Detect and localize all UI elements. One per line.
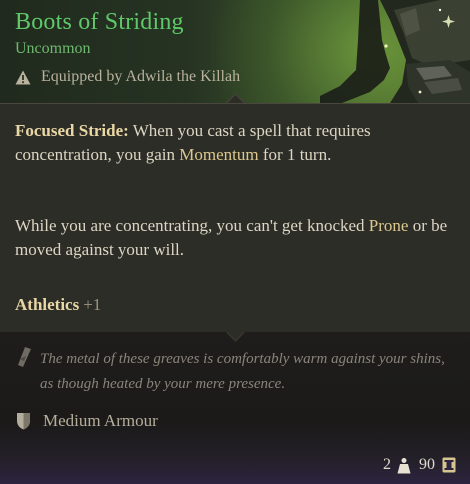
skill-name: Athletics	[15, 295, 80, 314]
item-tooltip: Boots of Striding Uncommon Equipped by A…	[0, 0, 470, 484]
item-rarity: Uncommon	[15, 40, 91, 57]
feature-text-b: for 1 turn.	[258, 145, 332, 164]
skill-value: +1	[83, 295, 102, 314]
coin-icon	[442, 457, 456, 473]
armour-type: Medium Armour	[16, 411, 158, 431]
skill-bonus: Athletics +1	[15, 295, 101, 315]
item-boots-art	[320, 0, 470, 103]
keyword-prone[interactable]: Prone	[369, 216, 409, 235]
weight-icon	[397, 457, 411, 473]
shield-icon	[17, 413, 30, 430]
keyword-momentum[interactable]: Momentum	[179, 145, 258, 164]
armour-type-label: Medium Armour	[43, 411, 158, 430]
item-weight: 2	[383, 456, 391, 473]
feature-description: Focused Stride: When you cast a spell th…	[15, 119, 455, 167]
item-value: 90	[419, 456, 435, 473]
tooltip-header: Boots of Striding Uncommon Equipped by A…	[0, 0, 470, 103]
concentration-description: While you are concentrating, you can't g…	[15, 214, 455, 262]
warning-icon	[15, 70, 31, 84]
concentration-text-a: While you are concentrating, you can't g…	[15, 216, 369, 235]
item-stats: 2 90	[383, 456, 456, 474]
equipped-by-text: Equipped by Adwila the Killah	[41, 68, 241, 85]
lore-text: The metal of these greaves is comfortabl…	[40, 351, 445, 392]
feature-name: Focused Stride:	[15, 121, 129, 140]
item-title: Boots of Striding	[15, 9, 184, 35]
equipped-status: Equipped by Adwila the Killah	[15, 68, 240, 86]
quill-icon	[18, 347, 31, 367]
